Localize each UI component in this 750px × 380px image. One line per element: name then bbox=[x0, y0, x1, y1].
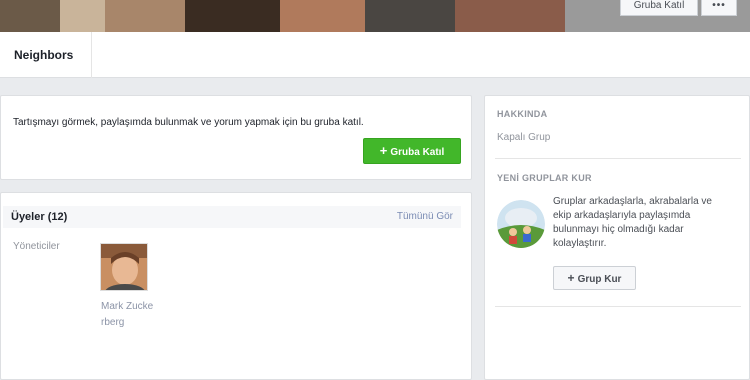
see-all-members-link[interactable]: Tümünü Gör bbox=[397, 211, 453, 222]
cover-photo-tile bbox=[185, 0, 280, 32]
members-title: Üyeler (12) bbox=[11, 211, 68, 223]
groups-globe-icon bbox=[497, 200, 545, 248]
tab-group-name[interactable]: Neighbors bbox=[0, 32, 92, 78]
group-tab-bar: Neighbors bbox=[0, 32, 750, 78]
avatar[interactable] bbox=[100, 243, 148, 291]
admins-label: Yöneticiler bbox=[13, 241, 60, 252]
cover-join-button[interactable]: Gruba Katıl bbox=[620, 0, 698, 16]
join-group-button[interactable]: + Gruba Katıl bbox=[363, 138, 461, 164]
cover-photo-tile bbox=[365, 0, 455, 32]
plus-icon: + bbox=[379, 143, 388, 158]
members-header: Üyeler (12) Tümünü Gör bbox=[3, 206, 461, 228]
divider bbox=[495, 158, 741, 159]
create-group-button-label: Grup Kur bbox=[577, 274, 622, 285]
group-privacy-label: Kapalı Grup bbox=[497, 132, 551, 143]
create-groups-title: YENİ GRUPLAR KUR bbox=[497, 173, 592, 183]
admin-name-link[interactable]: Mark Zuckerberg bbox=[101, 299, 155, 331]
members-panel: Üyeler (12) Tümünü Gör Yöneticiler Mark … bbox=[0, 192, 472, 380]
sidebar-panel: HAKKINDA Kapalı Grup YENİ GRUPLAR KUR Gr… bbox=[484, 95, 750, 380]
create-groups-description: Gruplar arkadaşlarla, akrabalarla ve eki… bbox=[553, 196, 712, 249]
join-group-button-label: Gruba Katıl bbox=[390, 147, 445, 158]
cover-photo-tile bbox=[455, 0, 565, 32]
join-prompt-message: Tartışmayı görmek, paylaşımda bulunmak v… bbox=[13, 117, 364, 128]
plus-icon: + bbox=[567, 271, 575, 285]
cover-photo-tile bbox=[105, 0, 185, 32]
more-options-button[interactable]: ••• bbox=[701, 0, 737, 16]
globe-image bbox=[497, 200, 545, 248]
avatar-image bbox=[101, 244, 147, 290]
cover-photo-tile bbox=[60, 0, 105, 32]
cover-photo-tile bbox=[0, 0, 60, 32]
about-title: HAKKINDA bbox=[497, 109, 548, 119]
divider bbox=[495, 306, 741, 307]
cover-photo-tile bbox=[280, 0, 365, 32]
create-group-button[interactable]: + Grup Kur bbox=[553, 266, 636, 290]
cover-photo: Gruba Katıl ••• bbox=[0, 0, 750, 32]
